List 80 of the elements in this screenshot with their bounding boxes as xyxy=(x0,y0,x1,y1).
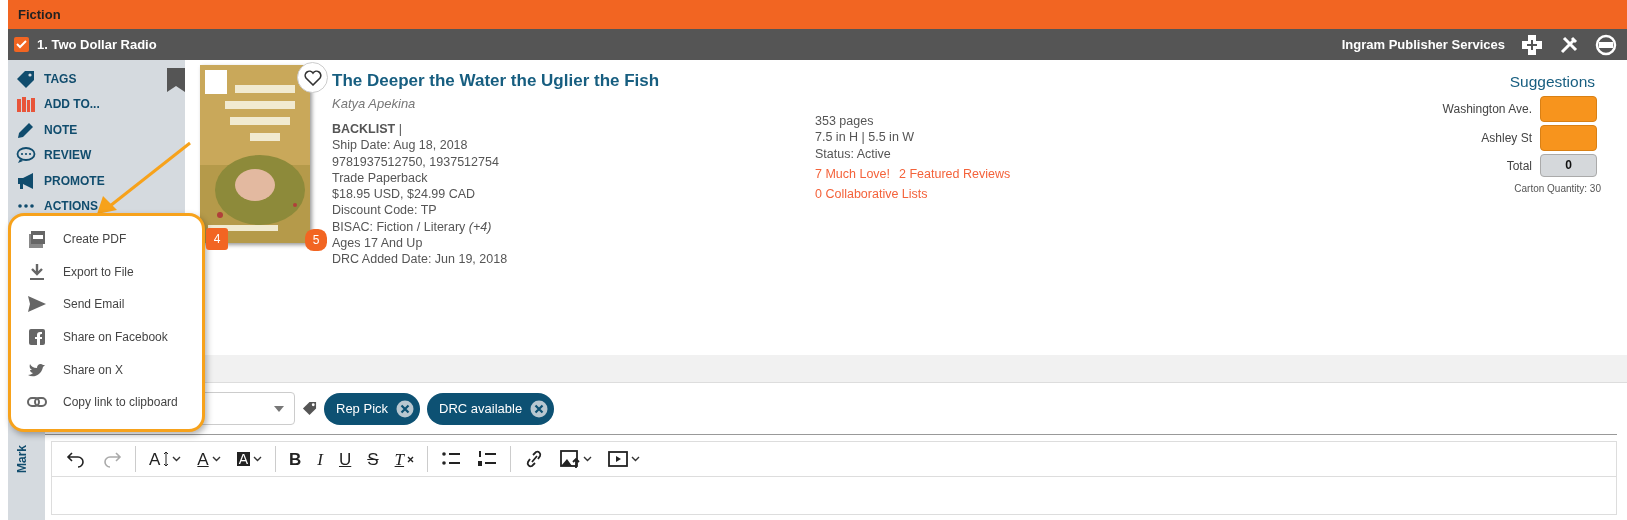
toolbar-button[interactable]: A xyxy=(191,450,227,468)
redo-icon xyxy=(102,449,122,469)
detail-line: $18.95 USD, $24.99 CAD xyxy=(332,186,477,203)
detail-line: Discount Code: TP xyxy=(332,202,438,219)
undo-icon xyxy=(66,449,86,469)
remove-icon xyxy=(530,399,549,418)
tag-chip[interactable]: Rep Pick xyxy=(324,392,421,425)
send-icon xyxy=(27,295,47,314)
image-upload-icon xyxy=(560,449,581,469)
publisher-title: 1. Two Dollar Radio xyxy=(37,35,157,54)
sidebar-item[interactable]: ADD TO... xyxy=(16,91,100,117)
tag-chip[interactable]: DRC available xyxy=(427,392,555,425)
download-icon xyxy=(27,262,47,281)
numbered-list-icon xyxy=(477,449,498,469)
chevron-icon xyxy=(211,456,221,462)
toolbar-button[interactable]: U xyxy=(333,450,358,468)
detail-line: Status: Active xyxy=(815,145,892,162)
facebook-icon xyxy=(27,328,47,347)
number-badge: 5 xyxy=(305,229,327,251)
caret-icon xyxy=(274,405,284,412)
remove-icon xyxy=(396,399,415,418)
toolbar-button[interactable]: S xyxy=(361,450,385,468)
menu-item[interactable]: Send Email xyxy=(27,288,202,321)
detail-line: Trade Paperback xyxy=(332,169,429,187)
detail-line: Ship Date: Aug 18, 2018 xyxy=(332,137,469,154)
sidebar-item[interactable]: REVIEW xyxy=(16,142,92,168)
sidebar-item[interactable]: NOTE xyxy=(16,117,78,143)
chevron-icon xyxy=(631,456,641,462)
tools-icon[interactable] xyxy=(1559,34,1579,55)
video-icon xyxy=(608,449,629,469)
detail-line: 9781937512750, 1937512754 xyxy=(332,153,500,170)
sidebar-item[interactable]: ACTIONS xyxy=(16,193,98,219)
menu-item[interactable]: Share on X xyxy=(27,353,202,386)
field-label: Total xyxy=(1506,157,1532,175)
menu-item[interactable]: Copy link to clipboard xyxy=(27,385,202,419)
detail-line: BACKLIST | xyxy=(332,121,403,138)
toolbar-button[interactable]: T xyxy=(388,450,421,468)
suggestions-title: Suggestions xyxy=(1508,72,1595,92)
detail-line: DRC Added Date: Jun 19, 2018 xyxy=(332,251,509,268)
menu-item[interactable]: Export to File xyxy=(27,255,202,289)
menu-item[interactable]: Share on Facebook xyxy=(27,320,202,354)
chat-icon xyxy=(16,146,36,165)
sidebar-item[interactable]: PROMOTE xyxy=(16,168,105,194)
side-tab[interactable]: Mark xyxy=(13,445,31,473)
chevron-icon xyxy=(172,456,182,462)
book-title[interactable]: The Deeper the Water the Uglier the Fish xyxy=(332,68,815,94)
detail-line: Ages 17 And Up xyxy=(332,235,424,252)
carton-quantity: Carton Quantity: 30 xyxy=(1513,182,1601,197)
checkbox[interactable] xyxy=(14,37,29,52)
pencil-icon xyxy=(16,120,36,139)
author-name: Katya Apekina xyxy=(332,94,417,113)
bookmark-icon[interactable] xyxy=(167,68,185,92)
books-icon xyxy=(16,95,36,114)
pdf-icon xyxy=(27,230,47,249)
plus-icon[interactable] xyxy=(1521,33,1543,56)
chevron-icon xyxy=(253,456,263,462)
field-label: Ashley St xyxy=(1481,130,1532,148)
quantity-field[interactable] xyxy=(1540,96,1597,123)
resize-icon xyxy=(163,451,170,467)
tag-icon xyxy=(302,401,317,416)
sidebar-item[interactable]: TAGS xyxy=(16,66,77,92)
more-icon xyxy=(16,204,36,209)
quantity-field[interactable] xyxy=(1540,125,1597,152)
section-title: Fiction xyxy=(18,5,61,24)
field-label: Washington Ave. xyxy=(1442,101,1532,119)
detail-line: 7.5 in H | 5.5 in W xyxy=(815,129,916,146)
distributor-name: Ingram Publisher Services xyxy=(1341,35,1505,54)
cross-icon xyxy=(407,455,415,463)
menu-item[interactable]: Create PDF xyxy=(27,223,202,256)
tag-icon xyxy=(16,69,36,88)
toolbar-button[interactable]: I xyxy=(311,450,329,468)
number-badge: 4 xyxy=(206,228,228,250)
chevron-icon xyxy=(583,456,593,462)
detail-line: 353 pages xyxy=(815,113,875,130)
detail-line: BISAC: Fiction / Literary (+4) xyxy=(332,218,493,236)
toolbar-button[interactable]: A xyxy=(230,452,269,466)
total-field: 0 xyxy=(1540,154,1597,178)
toolbar-button[interactable]: B xyxy=(283,450,308,468)
megaphone-icon xyxy=(16,171,36,190)
toolbar-button[interactable]: A xyxy=(143,450,188,468)
